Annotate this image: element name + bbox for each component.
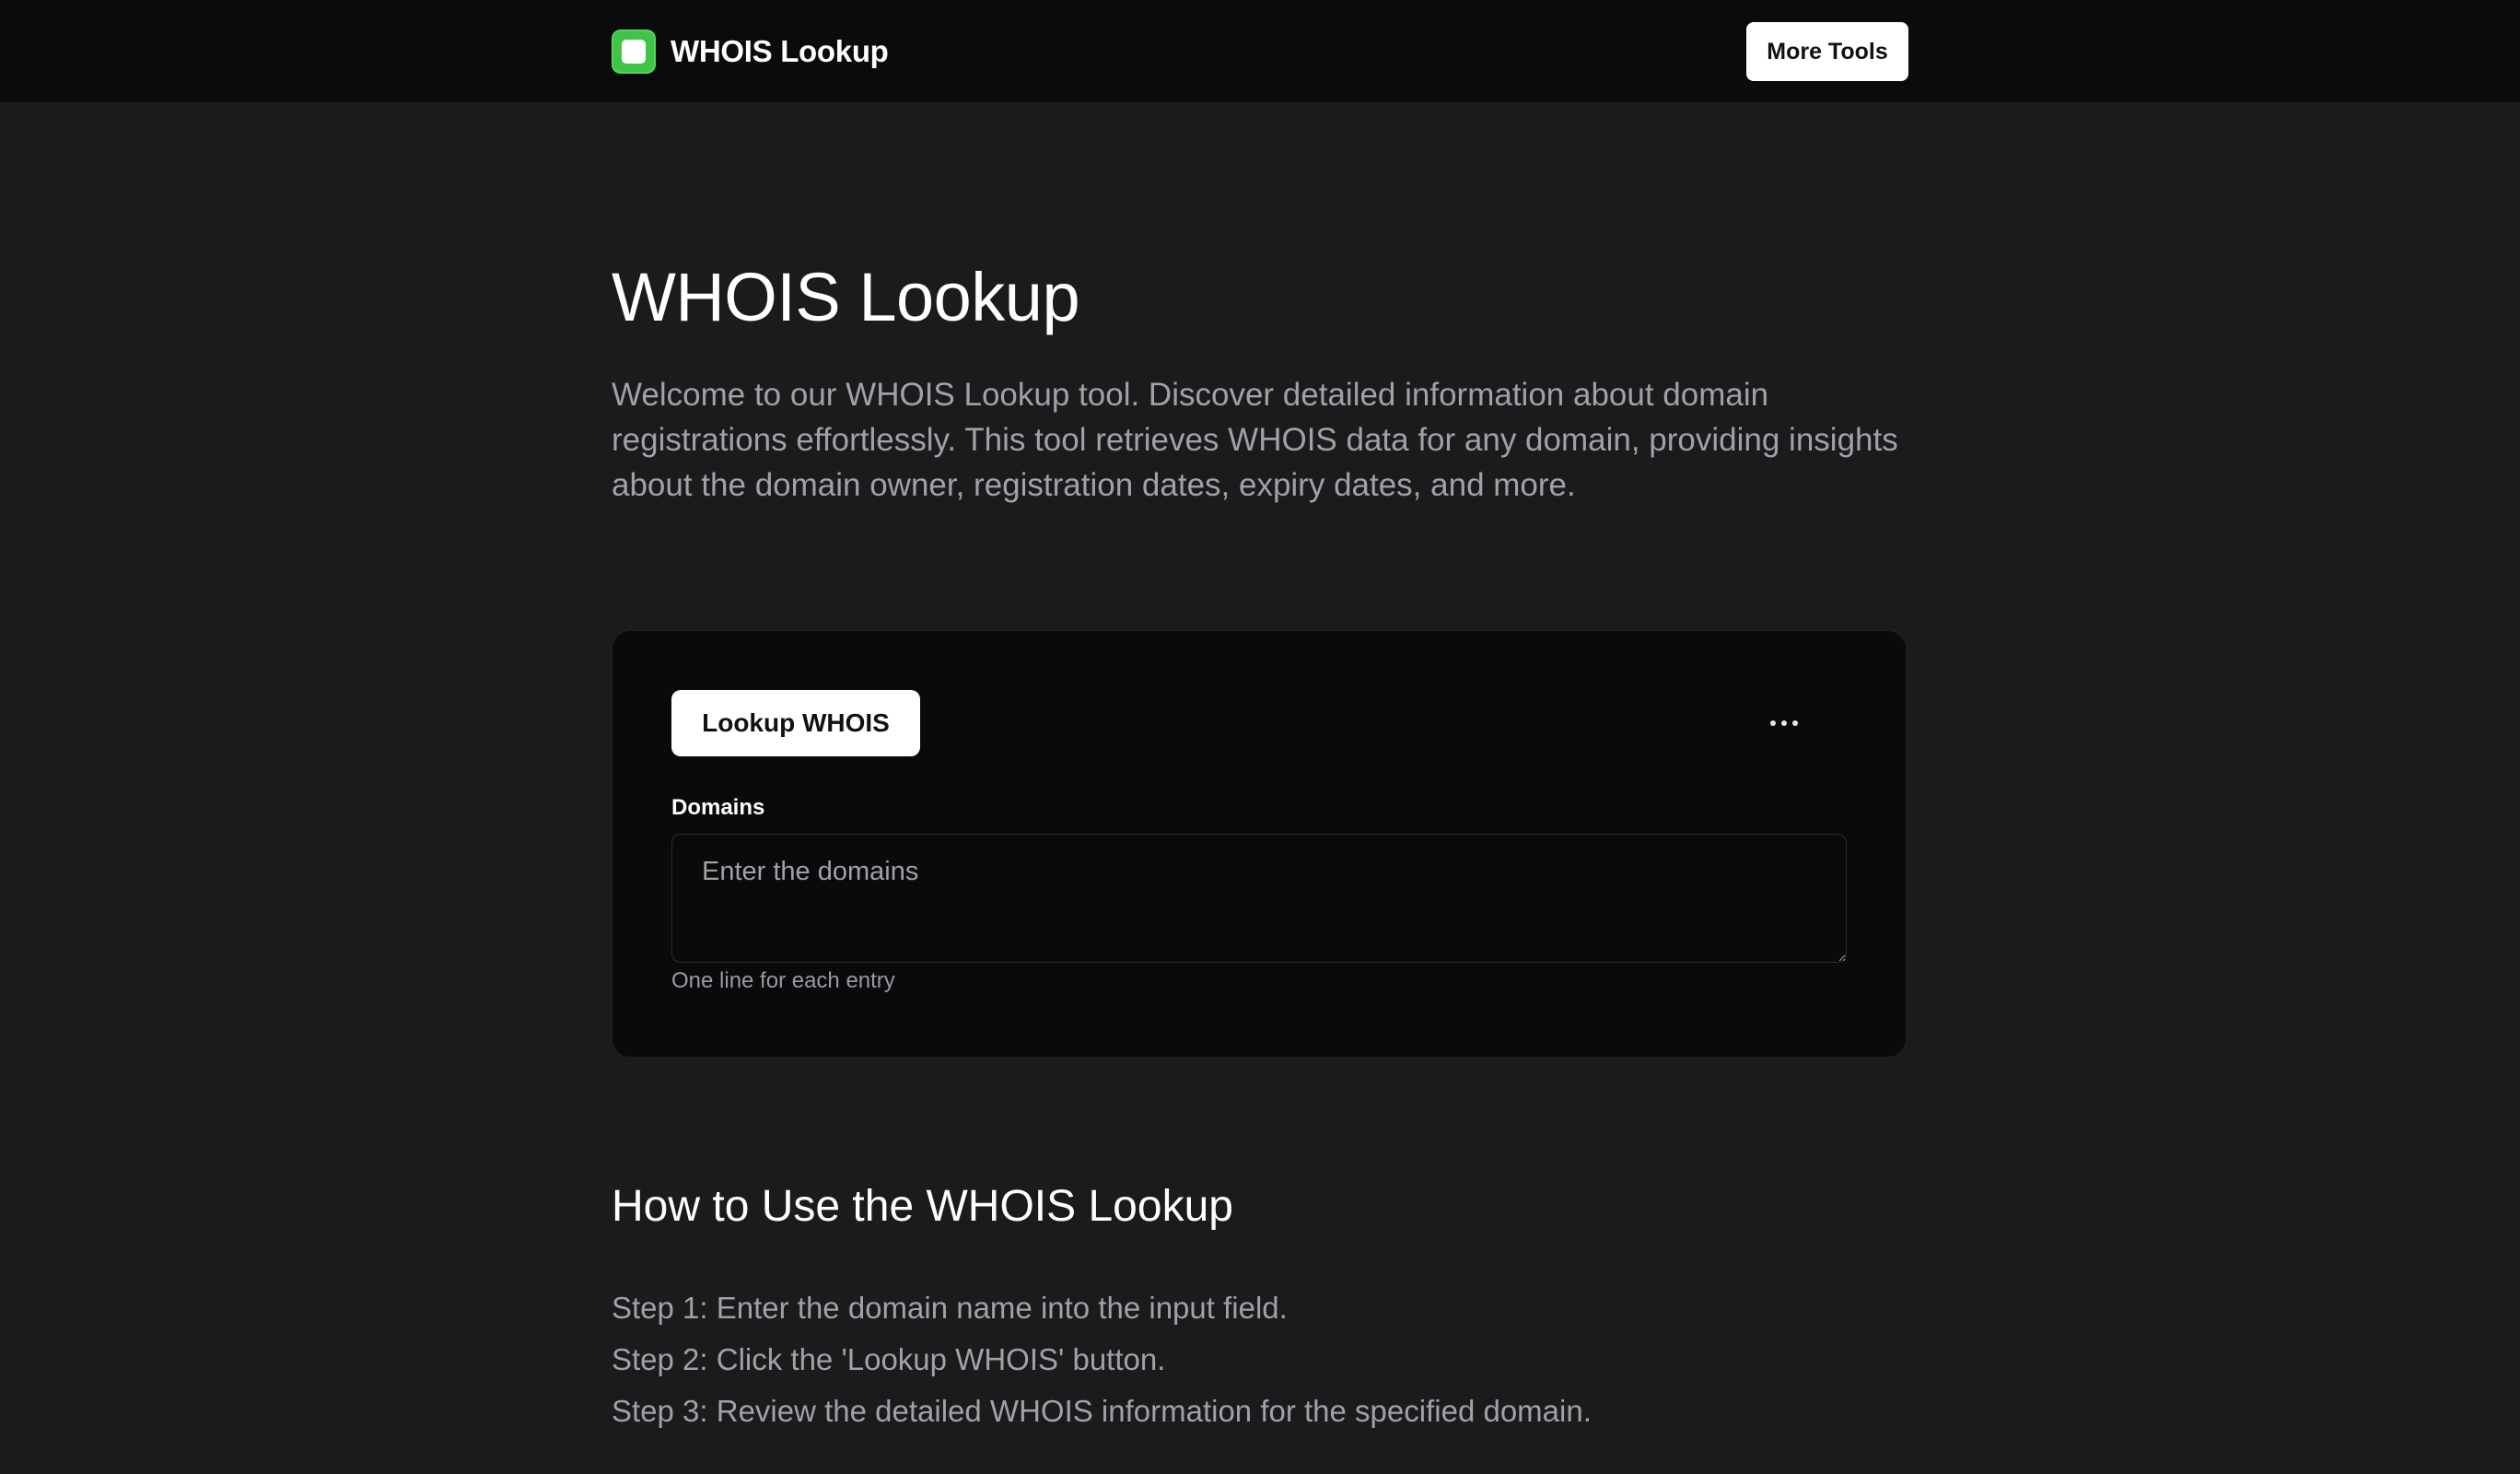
- intro-description: Welcome to our WHOIS Lookup tool. Discov…: [612, 377, 1898, 503]
- brand-name: WHOIS Lookup: [671, 34, 889, 68]
- top-navigation-bar: WHOIS Lookup More Tools: [0, 0, 2520, 103]
- domains-hint: One line for each entry: [671, 968, 895, 993]
- whois-tool-card: Lookup WHOIS Domains One line for each e…: [612, 630, 1907, 1058]
- domains-input[interactable]: [671, 834, 1847, 963]
- more-horizontal-icon: [1770, 720, 1798, 726]
- how-to-title: How to Use the WHOIS Lookup: [612, 1182, 1233, 1231]
- app-square-icon: [612, 29, 656, 74]
- dot: [1770, 720, 1776, 726]
- lookup-whois-button[interactable]: Lookup WHOIS: [671, 690, 920, 756]
- how-to-steps-list: Step 1: Enter the domain name into the i…: [612, 1282, 1592, 1437]
- more-options-button[interactable]: [1755, 694, 1814, 753]
- how-to-step: Step 3: Review the detailed WHOIS inform…: [612, 1394, 1592, 1428]
- dot: [1781, 720, 1787, 726]
- more-tools-button[interactable]: More Tools: [1746, 22, 1908, 81]
- brand-link[interactable]: WHOIS Lookup: [612, 28, 889, 76]
- logo-inner-square: [622, 40, 646, 64]
- domains-label: Domains: [671, 795, 765, 820]
- how-to-step: Step 2: Click the 'Lookup WHOIS' button.: [612, 1342, 1166, 1376]
- dot: [1792, 720, 1798, 726]
- page-title: WHOIS Lookup: [612, 259, 1080, 335]
- how-to-step: Step 1: Enter the domain name into the i…: [612, 1291, 1288, 1325]
